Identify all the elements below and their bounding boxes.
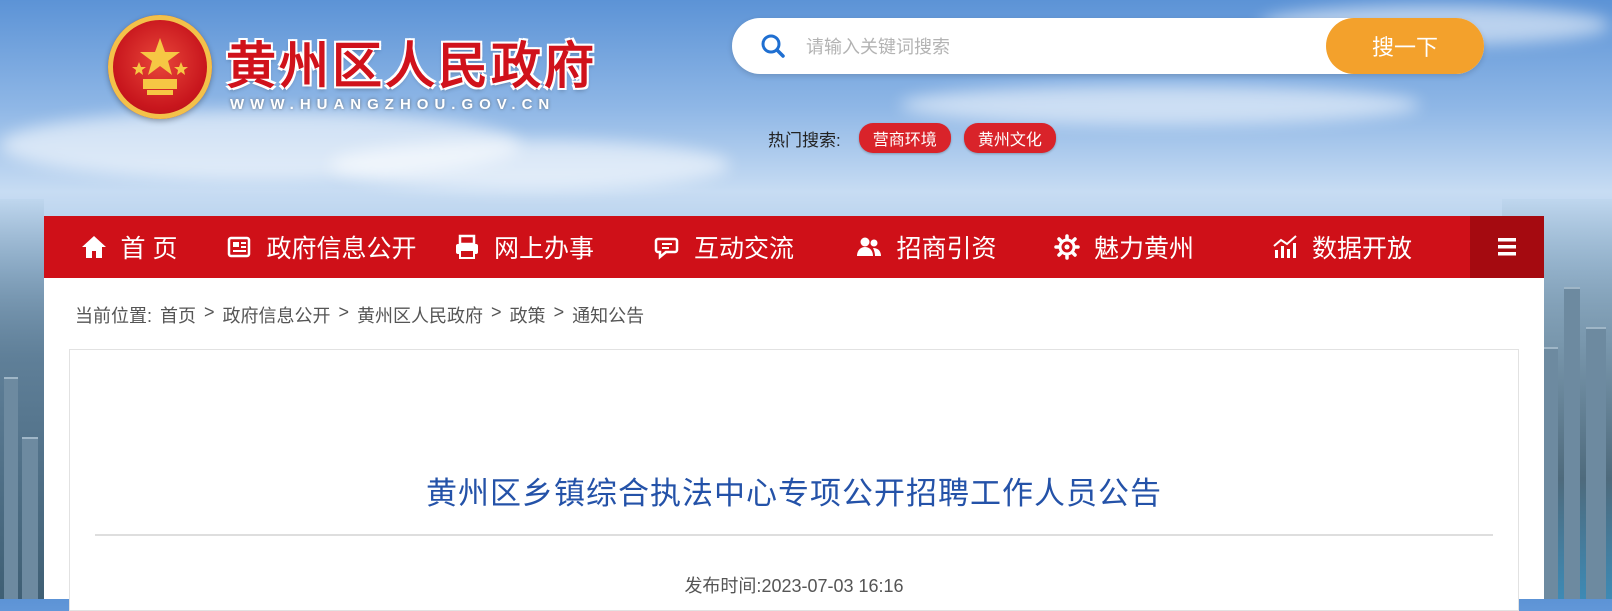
- nav-item-online-service[interactable]: 网上办事: [429, 216, 619, 278]
- site-url: WWW.HUANGZHOU.GOV.CN: [230, 96, 556, 113]
- nav-label-interaction: 互动交流: [693, 235, 794, 263]
- printer-icon: [455, 234, 478, 259]
- publish-time: 发布时间:2023-07-03 16:16: [684, 576, 904, 596]
- breadcrumb-prefix: 当前位置:: [75, 306, 153, 326]
- breadcrumb-separator: >: [338, 302, 350, 322]
- site-title[interactable]: 黄州区人民政府: [226, 26, 597, 98]
- title-divider: [95, 534, 1493, 536]
- national-emblem-logo[interactable]: [108, 15, 212, 119]
- nav-item-charm-huangzhou[interactable]: 魅力黄州: [1024, 216, 1224, 278]
- nav-label-open-data: 数据开放: [1311, 235, 1412, 263]
- search-input[interactable]: [804, 30, 1328, 64]
- breadcrumb-separator: >: [553, 302, 565, 322]
- newspaper-icon: [228, 236, 251, 258]
- main-content: 当前位置: 首页 > 政府信息公开 > 黄州区人民政府 > 政策 > 通知公告 …: [44, 278, 1544, 611]
- hot-tag-huangzhou-culture[interactable]: 黄州文化: [963, 123, 1056, 153]
- nav-label-online-service: 网上办事: [493, 235, 594, 263]
- article-container: 黄州区乡镇综合执法中心专项公开招聘工作人员公告 发布时间:2023-07-03 …: [69, 349, 1519, 611]
- hot-search: 热门搜索: 营商环境 黄州文化: [768, 123, 1056, 153]
- breadcrumb-gov-info[interactable]: 政府信息公开: [223, 302, 331, 328]
- nav-label-home: 首 页: [120, 235, 178, 263]
- article-title: 黄州区乡镇综合执法中心专项公开招聘工作人员公告: [426, 476, 1162, 511]
- nav-menu-button[interactable]: [1470, 216, 1544, 278]
- search-icon[interactable]: [760, 33, 786, 59]
- users-icon: [857, 237, 882, 256]
- nav-item-open-data[interactable]: 数据开放: [1224, 216, 1460, 278]
- breadcrumb-home[interactable]: 首页: [160, 302, 196, 328]
- breadcrumb-separator: >: [491, 302, 502, 322]
- breadcrumb-district-government[interactable]: 黄州区人民政府: [357, 302, 483, 328]
- hot-tag-business-environment[interactable]: 营商环境: [858, 123, 951, 153]
- hamburger-menu-icon: [1498, 238, 1516, 256]
- nav-label-gov-info: 政府信息公开: [266, 235, 417, 263]
- breadcrumb-policy[interactable]: 政策: [510, 302, 546, 328]
- breadcrumb: 当前位置: 首页 > 政府信息公开 > 黄州区人民政府 > 政策 > 通知公告: [75, 302, 644, 328]
- main-nav: 首 页 政府信息公开 网上办事 互动交流 招商引资 魅力黄州 数据开放: [44, 216, 1544, 278]
- home-icon: [81, 236, 106, 258]
- breadcrumb-notices[interactable]: 通知公告: [572, 302, 644, 328]
- nav-label-investment: 招商引资: [896, 235, 997, 263]
- nav-label-charm-huangzhou: 魅力黄州: [1093, 235, 1194, 263]
- nav-item-gov-info[interactable]: 政府信息公开: [214, 216, 429, 278]
- nav-item-investment[interactable]: 招商引资: [829, 216, 1024, 278]
- hot-search-label: 热门搜索:: [768, 130, 841, 150]
- breadcrumb-separator: >: [204, 302, 215, 322]
- bar-chart-icon: [1273, 235, 1297, 258]
- nav-item-home[interactable]: 首 页: [44, 216, 214, 278]
- emblem-star-icon: [132, 38, 188, 95]
- nav-item-interaction[interactable]: 互动交流: [619, 216, 829, 278]
- search-box: 搜一下: [732, 18, 1484, 74]
- gear-icon: [1054, 234, 1080, 260]
- search-button[interactable]: 搜一下: [1326, 18, 1484, 74]
- chat-icon: [654, 237, 679, 260]
